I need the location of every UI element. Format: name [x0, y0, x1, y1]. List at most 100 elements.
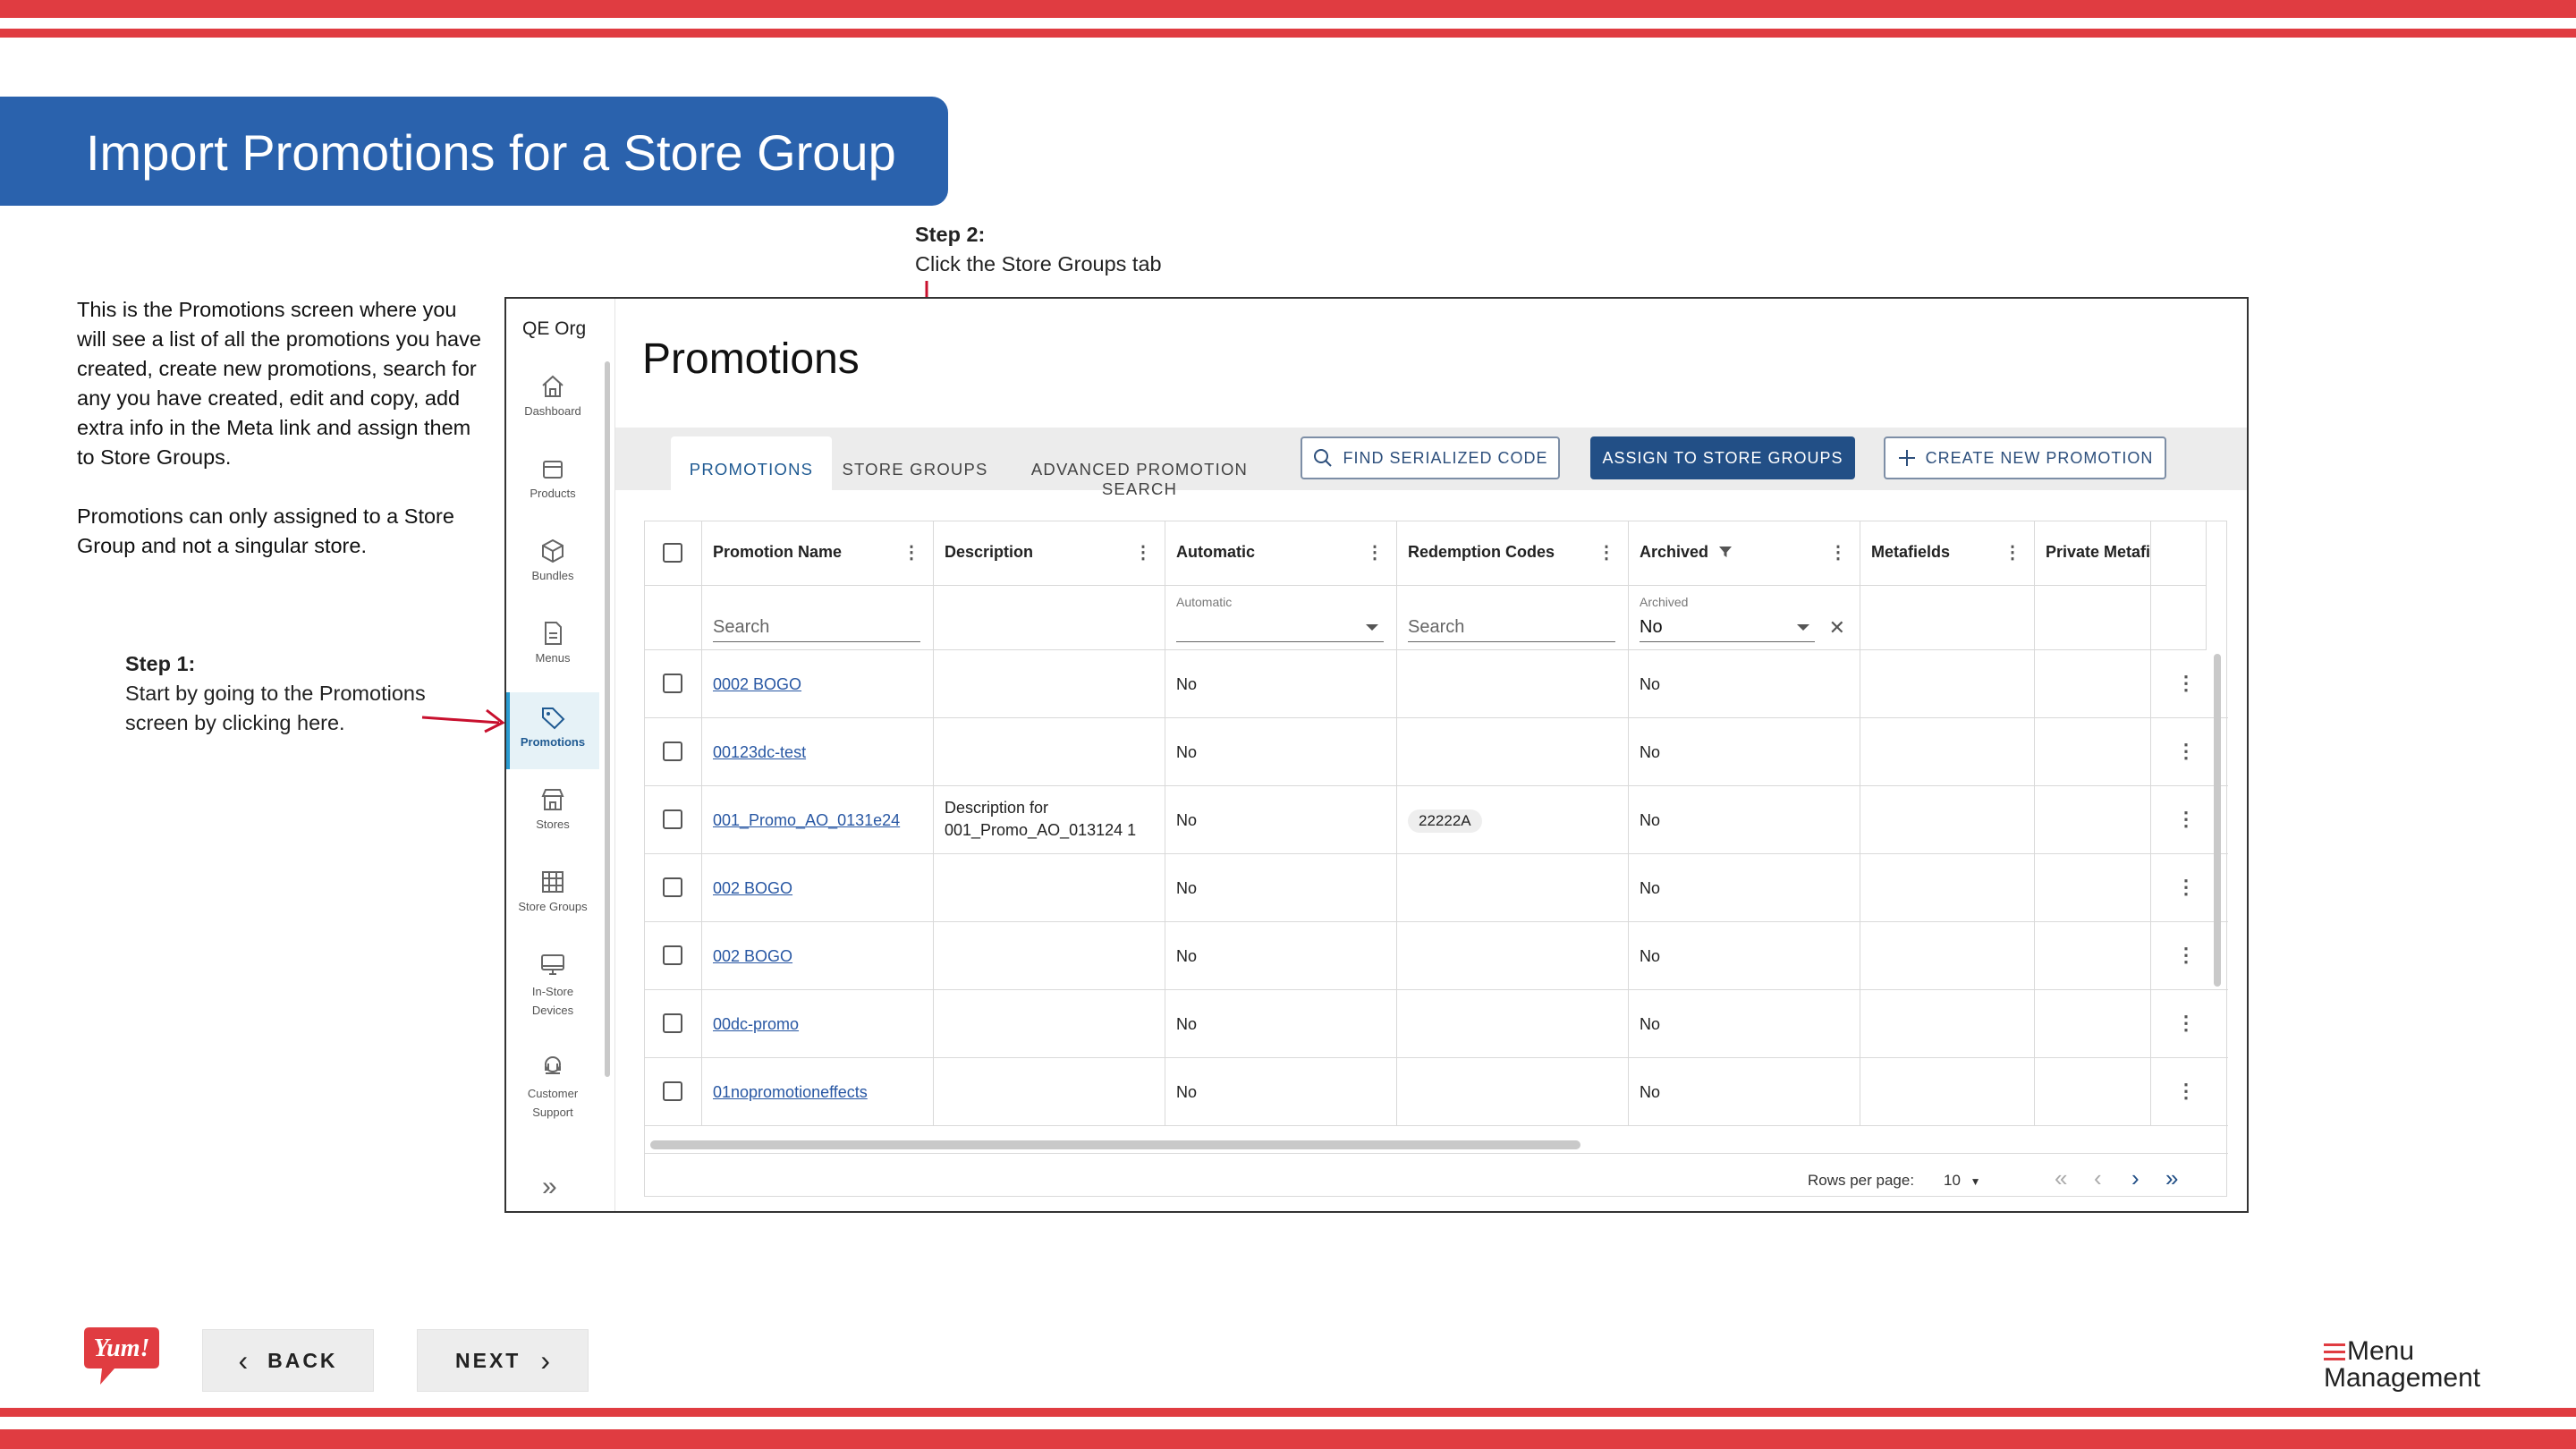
- yum-logo: Yum!: [84, 1327, 159, 1385]
- table-horizontal-scrollbar[interactable]: [650, 1140, 1580, 1149]
- expand-nav-icon[interactable]: »: [542, 1172, 557, 1202]
- clear-filter-icon[interactable]: ✕: [1829, 616, 1845, 640]
- nav-item-dashboard[interactable]: Dashboard: [506, 367, 599, 438]
- description-text: Description for 001_Promo_AO_013124 1: [945, 799, 1137, 839]
- filter-cell-name: Search: [702, 586, 934, 650]
- column-menu-icon[interactable]: ⋮: [1134, 541, 1152, 564]
- promotion-name-link[interactable]: 002 BOGO: [713, 947, 792, 965]
- column-header-private-metafields[interactable]: Private Metafi: [2035, 521, 2151, 586]
- last-page-icon[interactable]: »: [2165, 1165, 2178, 1192]
- promotion-name-search-input[interactable]: Search: [713, 617, 920, 642]
- table-row[interactable]: 0002 BOGO No No ⋮: [645, 650, 2228, 718]
- tab-promotions[interactable]: PROMOTIONS: [671, 436, 832, 490]
- create-new-promotion-button[interactable]: CREATE NEW PROMOTION: [1884, 436, 2166, 479]
- table-row[interactable]: 002 BOGO No No ⋮: [645, 854, 2228, 922]
- tab-store-groups[interactable]: STORE GROUPS: [839, 436, 991, 490]
- row-actions-icon[interactable]: ⋮: [2176, 944, 2196, 967]
- column-header-automatic[interactable]: Automatic ⋮: [1165, 521, 1397, 586]
- column-menu-icon[interactable]: ⋮: [2004, 541, 2021, 564]
- column-header-promotion-name[interactable]: Promotion Name ⋮: [702, 521, 934, 586]
- next-page-icon[interactable]: ›: [2131, 1165, 2140, 1192]
- column-label-private-metafields: Private Metafi: [2046, 543, 2151, 561]
- tab-advanced-promotion-search[interactable]: ADVANCED PROMOTION SEARCH: [998, 436, 1281, 498]
- nav-item-store-groups[interactable]: Store Groups: [506, 862, 599, 934]
- create-new-promotion-label: CREATE NEW PROMOTION: [1925, 448, 2154, 467]
- table-row[interactable]: 01nopromotioneffects No No ⋮: [645, 1058, 2228, 1126]
- back-button[interactable]: ‹ BACK: [202, 1329, 374, 1392]
- automatic-value: No: [1176, 947, 1198, 965]
- row-actions-icon[interactable]: ⋮: [2176, 1080, 2196, 1103]
- rows-per-page-label: Rows per page:: [1808, 1172, 1915, 1189]
- nav-item-in-store-devices[interactable]: In-Store Devices: [506, 945, 599, 1034]
- step2-text: Click the Store Groups tab: [915, 252, 1162, 275]
- nav-item-customer-support[interactable]: Customer Support: [506, 1046, 599, 1136]
- private-metafields-cell: [2035, 990, 2151, 1058]
- previous-page-icon[interactable]: ‹: [2094, 1165, 2102, 1192]
- table-vertical-scrollbar[interactable]: [2214, 654, 2221, 987]
- first-page-icon[interactable]: «: [2055, 1165, 2067, 1192]
- promotion-name-link[interactable]: 001_Promo_AO_0131e24: [713, 811, 900, 829]
- filter-cell-select: [645, 586, 702, 650]
- rows-per-page-select[interactable]: 10 ▼: [1944, 1172, 1981, 1190]
- row-checkbox[interactable]: [663, 1013, 682, 1033]
- promotion-name-cell: 0002 BOGO: [702, 650, 934, 718]
- row-checkbox[interactable]: [663, 809, 682, 829]
- app-window: QE Org Dashboard Products Bundles Menus …: [504, 297, 2249, 1213]
- slide-title: Import Promotions for a Store Group: [0, 97, 948, 206]
- column-header-redemption-codes[interactable]: Redemption Codes ⋮: [1397, 521, 1629, 586]
- promotion-name-link[interactable]: 002 BOGO: [713, 879, 792, 897]
- nav-item-stores[interactable]: Stores: [506, 780, 599, 852]
- promotion-name-link[interactable]: 00dc-promo: [713, 1015, 799, 1033]
- select-all-checkbox[interactable]: [663, 543, 682, 563]
- redemption-codes-cell: [1397, 990, 1629, 1058]
- promotion-name-link[interactable]: 01nopromotioneffects: [713, 1083, 868, 1101]
- row-checkbox[interactable]: [663, 945, 682, 965]
- table-row[interactable]: 002 BOGO No No ⋮: [645, 922, 2228, 990]
- row-checkbox[interactable]: [663, 741, 682, 761]
- nav-item-menus[interactable]: Menus: [506, 614, 599, 685]
- row-checkbox[interactable]: [663, 674, 682, 693]
- promotions-table: Promotion Name ⋮ Description ⋮ Automatic…: [644, 521, 2228, 1197]
- nav-scrollbar[interactable]: [605, 361, 610, 1077]
- column-header-description[interactable]: Description ⋮: [934, 521, 1165, 586]
- private-metafields-cell: [2035, 922, 2151, 990]
- promotion-name-cell: 00dc-promo: [702, 990, 934, 1058]
- automatic-filter-select[interactable]: [1176, 617, 1384, 642]
- table-row[interactable]: 00123dc-test No No ⋮: [645, 718, 2228, 786]
- column-header-archived[interactable]: Archived ⋮: [1629, 521, 1860, 586]
- nav-item-bundles[interactable]: Bundles: [506, 531, 599, 603]
- archived-filter-select[interactable]: No: [1640, 617, 1815, 642]
- nav-item-promotions[interactable]: Promotions: [506, 692, 599, 769]
- row-actions-icon[interactable]: ⋮: [2176, 740, 2196, 763]
- assign-to-store-groups-button[interactable]: ASSIGN TO STORE GROUPS: [1590, 436, 1855, 479]
- row-checkbox[interactable]: [663, 877, 682, 897]
- archived-filter-value: No: [1640, 617, 1663, 637]
- chevron-right-icon: ›: [540, 1343, 550, 1377]
- find-serialized-code-button[interactable]: FIND SERIALIZED CODE: [1301, 436, 1560, 479]
- step1-callout: Step 1: Start by going to the Promotions…: [125, 649, 447, 738]
- promotion-name-link[interactable]: 00123dc-test: [713, 743, 806, 761]
- nav-item-products[interactable]: Products: [506, 449, 599, 521]
- column-menu-icon[interactable]: ⋮: [1829, 541, 1847, 564]
- column-menu-icon[interactable]: ⋮: [1366, 541, 1384, 564]
- metafields-cell: [1860, 786, 2035, 854]
- row-actions-icon[interactable]: ⋮: [2176, 876, 2196, 899]
- org-name[interactable]: QE Org: [522, 318, 586, 340]
- row-actions-icon[interactable]: ⋮: [2176, 1012, 2196, 1035]
- next-button-label: NEXT: [455, 1348, 521, 1372]
- table-row[interactable]: 001_Promo_AO_0131e24 Description for 001_…: [645, 786, 2228, 854]
- row-checkbox[interactable]: [663, 1081, 682, 1101]
- column-menu-icon[interactable]: ⋮: [1597, 541, 1615, 564]
- tab-bar: PROMOTIONS STORE GROUPS ADVANCED PROMOTI…: [615, 428, 2247, 498]
- column-menu-icon[interactable]: ⋮: [902, 541, 920, 564]
- redemption-codes-search-input[interactable]: Search: [1408, 617, 1615, 642]
- archived-cell: No: [1629, 786, 1860, 854]
- filter-icon[interactable]: [1718, 545, 1733, 559]
- table-row[interactable]: 00dc-promo No No ⋮: [645, 990, 2228, 1058]
- row-actions-icon[interactable]: ⋮: [2176, 808, 2196, 831]
- next-button[interactable]: NEXT ›: [417, 1329, 589, 1392]
- column-header-metafields[interactable]: Metafields ⋮: [1860, 521, 2035, 586]
- row-actions-icon[interactable]: ⋮: [2176, 672, 2196, 695]
- promotion-name-link[interactable]: 0002 BOGO: [713, 675, 801, 693]
- nav-label-menus: Menus: [535, 651, 571, 665]
